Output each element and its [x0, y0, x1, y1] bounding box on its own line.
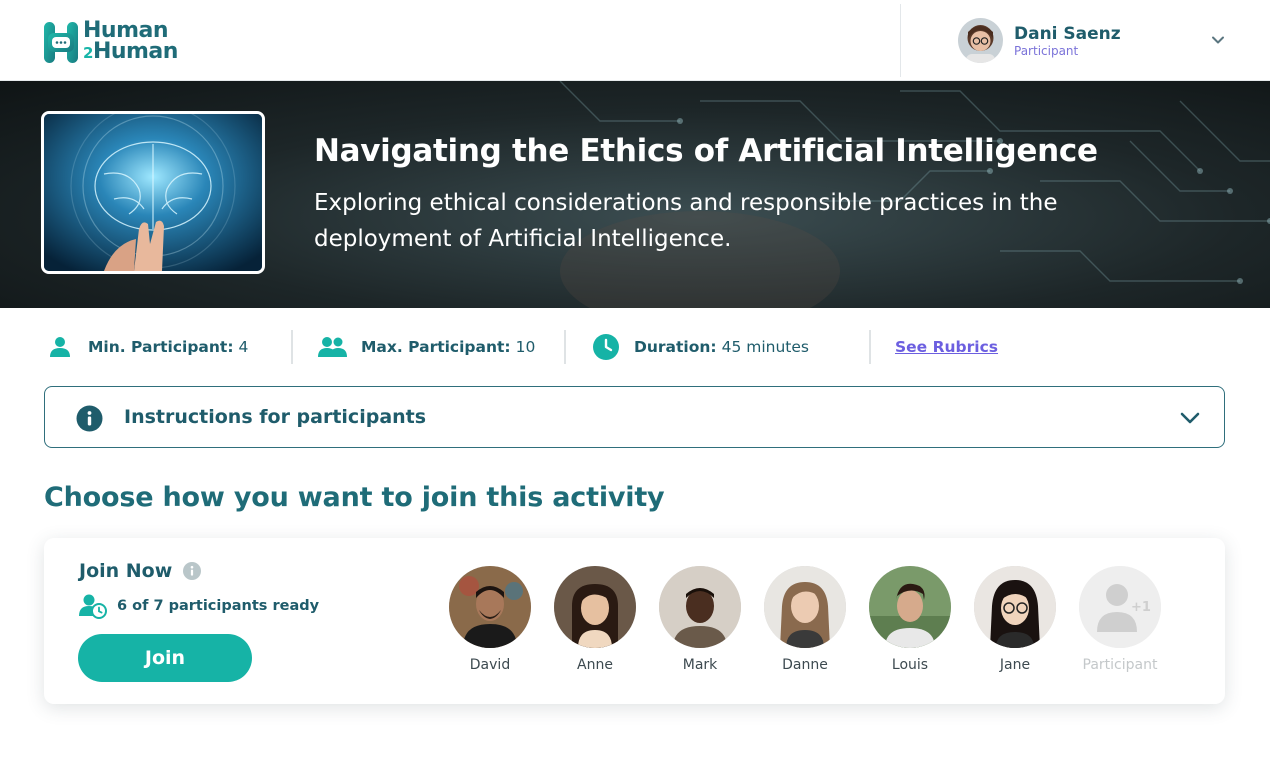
user-name: Dani Saenz — [1014, 23, 1121, 44]
participant-item: Anne — [554, 566, 659, 673]
instructions-label: Instructions for participants — [124, 406, 427, 428]
participant-name: David — [469, 657, 511, 673]
person-placeholder-icon: +1 — [1079, 566, 1161, 648]
activity-title: Navigating the Ethics of Artificial Inte… — [314, 133, 1098, 169]
chevron-down-icon[interactable] — [1210, 32, 1226, 48]
participant-name: Danne — [782, 657, 828, 673]
user-role: Participant — [1014, 43, 1079, 58]
person-clock-icon — [79, 594, 107, 619]
min-participant-stat: Min. Participant: 4 — [49, 330, 248, 364]
activity-subtitle: Exploring ethical considerations and res… — [314, 190, 1058, 252]
participant-list: David Anne Mark Danne Louis Jane +1 Part… — [449, 566, 1184, 673]
stat-separator — [291, 330, 293, 364]
duration-stat: Duration: 45 minutes — [592, 330, 809, 364]
see-rubrics-link[interactable]: See Rubrics — [895, 338, 998, 356]
participant-item: Mark — [659, 566, 764, 673]
participant-name: Mark — [682, 657, 718, 673]
user-menu[interactable]: Dani Saenz Participant — [958, 18, 1228, 63]
min-participant-label: Min. Participant: — [88, 338, 234, 356]
participant-plus-count: +1 — [1131, 600, 1151, 615]
join-now-title: Join Now — [79, 560, 173, 582]
participant-name: Anne — [577, 657, 613, 673]
join-now-card: Join Now 6 of 7 participants ready Join — [44, 538, 1225, 704]
duration-value: 45 minutes — [721, 338, 810, 356]
human2human-logo[interactable]: Human 2Human — [44, 20, 178, 64]
max-participant-stat: Max. Participant: 10 — [318, 330, 535, 364]
min-participant-value: 4 — [238, 338, 249, 356]
join-section-heading: Choose how you want to join this activit… — [44, 482, 665, 513]
logo-wordmark: Human 2Human — [83, 20, 178, 64]
participant-item: David — [449, 566, 554, 673]
header-divider — [900, 4, 901, 77]
logo-line-1: Human — [83, 18, 169, 43]
logo-line-2: Human — [92, 39, 179, 64]
participants-ready-status: 6 of 7 participants ready — [79, 593, 319, 619]
top-navigation-bar: Human 2Human Dani Saenz Participant — [0, 0, 1270, 81]
participant-item: Danne — [764, 566, 869, 673]
ready-count-text: 6 of 7 participants ready — [117, 598, 320, 614]
participant-avatar — [869, 566, 951, 648]
activity-thumbnail — [41, 111, 265, 274]
participant-placeholder-item: +1 Participant — [1079, 566, 1184, 673]
person-icon — [50, 337, 70, 357]
user-avatar — [958, 18, 1003, 63]
info-icon[interactable] — [183, 562, 201, 580]
stat-separator — [869, 330, 871, 364]
activity-stats-row: Min. Participant: 4 Max. Participant: 10… — [0, 308, 1270, 386]
people-icon — [318, 337, 347, 357]
participant-item: Jane — [974, 566, 1079, 673]
max-participant-value: 10 — [515, 338, 536, 356]
participant-avatar — [659, 566, 741, 648]
participant-avatar — [764, 566, 846, 648]
info-icon — [76, 405, 103, 432]
participant-name: Jane — [999, 657, 1031, 673]
participant-placeholder-avatar: +1 — [1079, 566, 1161, 648]
duration-label: Duration: — [634, 338, 717, 356]
participant-avatar — [554, 566, 636, 648]
max-participant-label: Max. Participant: — [361, 338, 511, 356]
instructions-accordion[interactable]: Instructions for participants — [44, 386, 1225, 448]
participant-item: Louis — [869, 566, 974, 673]
participant-avatar — [974, 566, 1056, 648]
participant-name: Louis — [891, 657, 929, 673]
logo-mark-icon — [44, 21, 78, 63]
stat-separator — [564, 330, 566, 364]
participant-avatar — [449, 566, 531, 648]
participant-name: Participant — [1082, 657, 1158, 673]
clock-icon — [593, 334, 619, 360]
activity-hero-banner: Navigating the Ethics of Artificial Inte… — [0, 81, 1270, 308]
chevron-down-icon[interactable] — [1179, 408, 1201, 428]
join-button[interactable]: Join — [78, 634, 252, 682]
logo-number: 2 — [83, 44, 93, 62]
